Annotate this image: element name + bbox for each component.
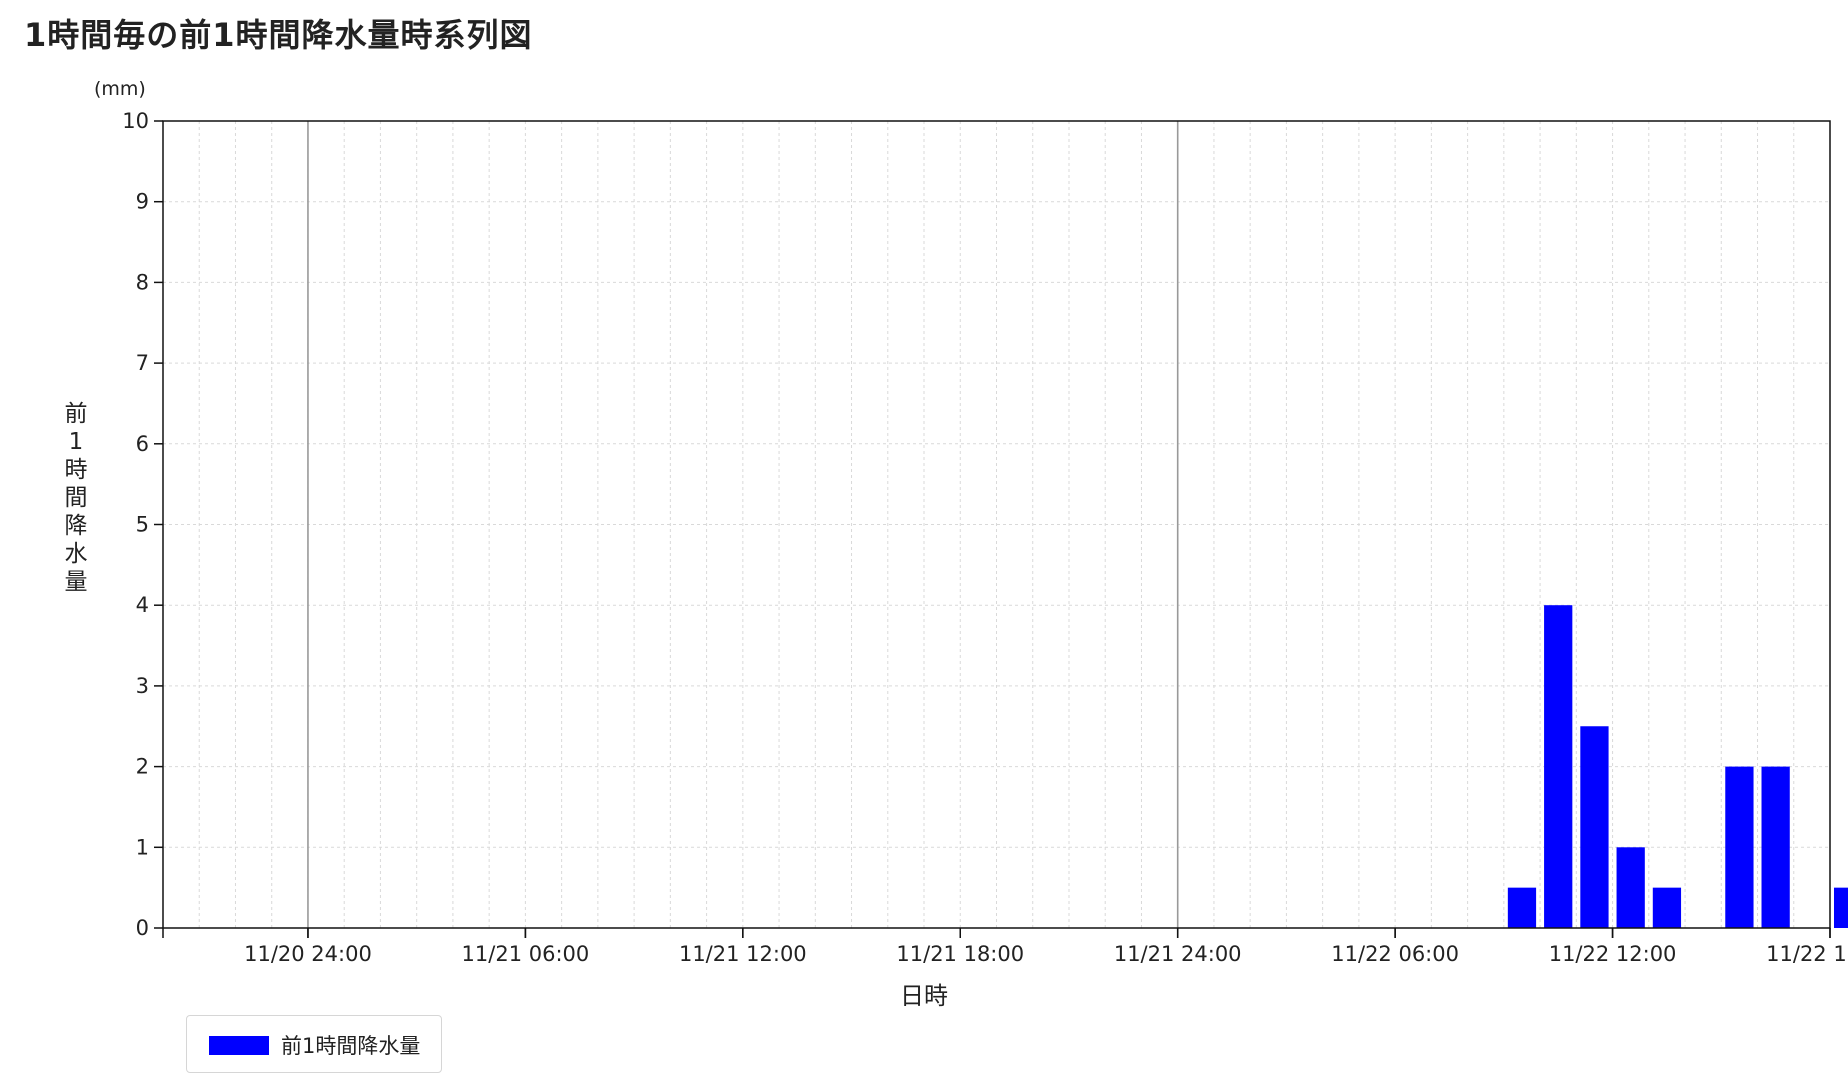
- rain-bar: [1507, 887, 1537, 928]
- y-tick-label: 2: [136, 755, 149, 779]
- y-tick-label: 0: [136, 916, 149, 940]
- y-tick-label: 10: [122, 109, 149, 133]
- rain-bar: [1833, 887, 1848, 928]
- x-tick-label: 11/20 24:00: [244, 942, 372, 966]
- y-tick-label: 5: [136, 513, 149, 537]
- x-tick-label: 11/21 24:00: [1114, 942, 1242, 966]
- x-tick-label: 11/22 18:00: [1766, 942, 1848, 966]
- grid-lines: [162, 120, 1831, 929]
- legend-swatch: [209, 1036, 269, 1055]
- x-axis-label-text: 日時: [900, 982, 948, 1010]
- rain-bar: [1761, 766, 1790, 928]
- y-tick-label: 8: [136, 270, 149, 294]
- x-tick-label: 11/21 06:00: [462, 942, 590, 966]
- y-tick-label: 9: [136, 190, 149, 214]
- rain-bar: [1616, 847, 1645, 928]
- x-axis-label: 日時: [0, 976, 1848, 1011]
- x-tick-label: 11/22 12:00: [1549, 942, 1677, 966]
- legend-label: 前1時間降水量: [281, 1034, 421, 1058]
- x-tick-label: 11/21 18:00: [896, 942, 1024, 966]
- rain-bar: [1652, 887, 1682, 928]
- rain-bar: [1544, 605, 1573, 928]
- y-tick-label: 3: [136, 674, 149, 698]
- rain-bar: [1580, 726, 1609, 928]
- axes: [154, 120, 1831, 938]
- legend: 前1時間降水量: [186, 1015, 442, 1073]
- y-tick-label: 6: [136, 432, 149, 456]
- x-tick-label: 11/22 06:00: [1331, 942, 1459, 966]
- x-tick-label: 11/21 12:00: [679, 942, 807, 966]
- y-tick-label: 4: [136, 593, 149, 617]
- y-tick-label: 7: [136, 351, 149, 375]
- rain-bar: [1725, 766, 1754, 928]
- rainfall-chart: 0 1 2 3 4 5 6 7 8 9 10 11/20 24:00 11/21 06:00 11/21 …: [122, 109, 1848, 966]
- y-tick-label: 1: [136, 835, 149, 859]
